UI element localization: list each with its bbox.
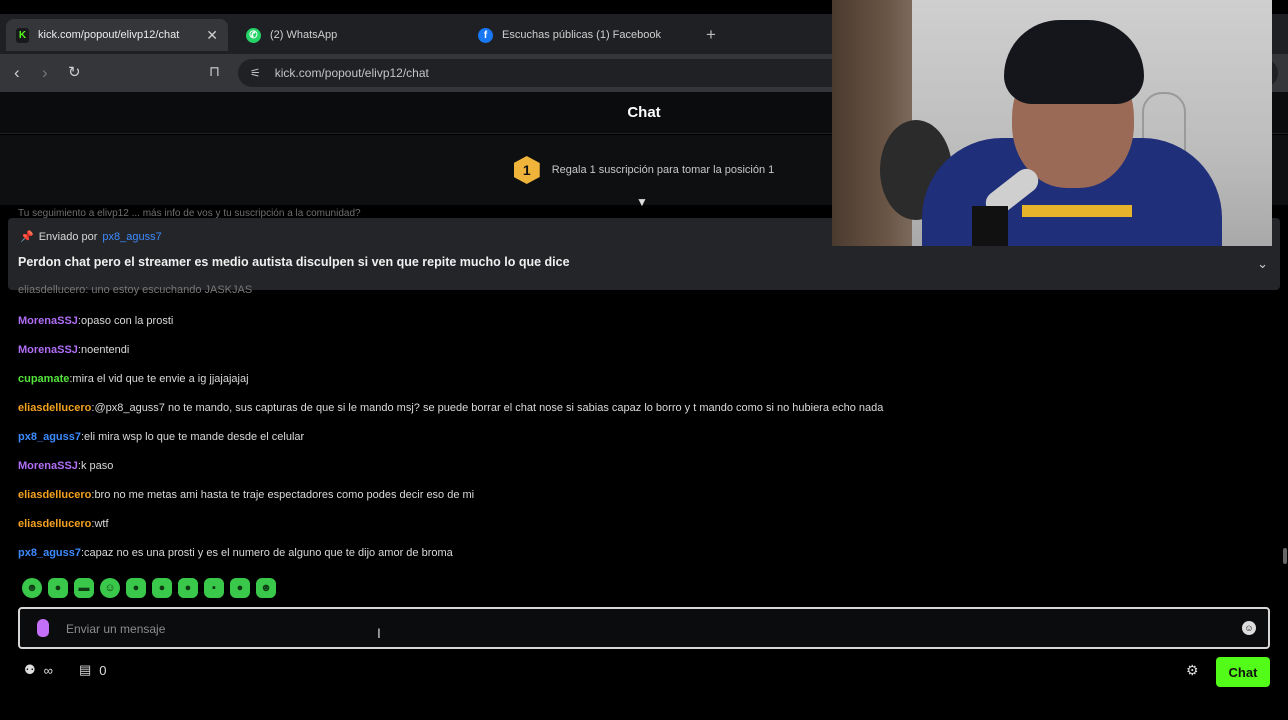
message-username[interactable]: px8_aguss7	[18, 431, 81, 443]
emote-9-icon[interactable]: ●	[230, 578, 250, 598]
close-icon[interactable]: ✕	[206, 27, 218, 44]
message-text: wtf	[94, 517, 109, 530]
message-text: mira el vid que te envie a ig jjajajajaj	[72, 372, 249, 385]
site-info-icon[interactable]: ⚟	[250, 66, 261, 80]
microphone-icon[interactable]	[37, 619, 49, 637]
partial-message: eliasdellucero: uno estoy escuchando JAS…	[18, 284, 253, 296]
chat-message: MorenaSSJ: k paso	[18, 459, 114, 472]
chat-message: cupamate: mira el vid que te envie a ig …	[18, 372, 249, 385]
page-title: Chat	[627, 104, 661, 121]
tab-whatsapp[interactable]: ✆ (2) WhatsApp	[236, 19, 456, 51]
message-username[interactable]: MorenaSSJ	[18, 344, 78, 356]
chevron-down-icon[interactable]: ⌄	[1257, 256, 1268, 272]
emote-1-icon[interactable]: ☻	[22, 578, 42, 598]
subs-count: 0	[99, 662, 107, 678]
message-text: @px8_aguss7 no te mando, sus capturas de…	[94, 401, 884, 414]
message-username[interactable]: eliasdellucero	[18, 402, 91, 414]
message-username[interactable]: eliasdellucero	[18, 489, 91, 501]
chat-message: eliasdellucero: @px8_aguss7 no te mando,…	[18, 401, 884, 414]
message-username[interactable]: cupamate	[18, 373, 69, 385]
forward-arrow-icon[interactable]: ›	[42, 63, 48, 83]
emote-7-icon[interactable]: ●	[178, 578, 198, 598]
message-text: noentendi	[80, 343, 130, 356]
text-cursor-icon: I	[377, 625, 381, 641]
chat-message-list: MorenaSSJ: opaso con la prosti MorenaSSJ…	[18, 306, 1268, 567]
webcam-overlay	[832, 0, 1272, 246]
reload-icon[interactable]: ↻	[68, 63, 81, 81]
webcam-shirt-stripe	[1022, 205, 1132, 217]
message-username[interactable]: eliasdellucero	[18, 518, 91, 530]
tab-title: (2) WhatsApp	[270, 29, 338, 41]
message-text: k paso	[80, 459, 114, 472]
chat-message: MorenaSSJ: noentendi	[18, 343, 130, 356]
pinned-by: 📌 Enviado por px8_aguss7	[20, 230, 162, 244]
bookmark-icon[interactable]: ⊓	[209, 63, 220, 80]
emote-3-icon[interactable]: ▬	[74, 578, 94, 598]
kick-icon: K	[16, 27, 30, 43]
back-arrow-icon[interactable]: ‹	[14, 63, 20, 83]
send-chat-button[interactable]: Chat	[1216, 657, 1270, 687]
pinned-by-label: Enviado por	[38, 230, 98, 243]
message-text: capaz no es una prosti y es el numero de…	[84, 546, 453, 559]
chat-message: px8_aguss7: eli mira wsp lo que te mande…	[18, 430, 305, 443]
whatsapp-icon: ✆	[246, 27, 261, 43]
pinned-by-user[interactable]: px8_aguss7	[102, 231, 161, 243]
gear-icon[interactable]: ⚙	[1186, 662, 1199, 679]
gift-icon: ▤	[78, 662, 92, 677]
emote-6-icon[interactable]: ●	[152, 578, 172, 598]
goal-text: Regala 1 suscripción para tomar la posic…	[551, 164, 775, 176]
collapse-arrow-icon[interactable]: ▼	[636, 195, 652, 209]
pin-icon: 📌	[20, 231, 34, 243]
points-value: ∞	[43, 662, 53, 678]
new-tab-plus-icon[interactable]: +	[706, 25, 716, 45]
emote-bar: ☻ ● ▬ ☺ ● ● ● ▪ ● ☻	[22, 578, 276, 598]
chat-message: eliasdellucero: wtf	[18, 517, 109, 530]
message-username[interactable]: MorenaSSJ	[18, 315, 78, 327]
tab-kick-chat[interactable]: K kick.com/popout/elivp12/chat ✕	[6, 19, 228, 51]
input-placeholder: Enviar un mensaje	[66, 622, 166, 636]
chat-message: eliasdellucero: bro no me metas ami hast…	[18, 488, 475, 501]
message-text: eli mira wsp lo que te mande desde el ce…	[84, 430, 305, 443]
webcam-mic-stand	[972, 206, 1008, 246]
chat-scrollbar[interactable]	[1283, 548, 1287, 564]
message-username[interactable]: px8_aguss7	[18, 547, 81, 559]
points-icon: ⚉	[24, 662, 36, 677]
chat-message-input[interactable]: Enviar un mensaje I ☺	[18, 607, 1270, 649]
chat-message: MorenaSSJ: opaso con la prosti	[18, 314, 174, 327]
chat-message: px8_aguss7: capaz no es una prosti y es …	[18, 546, 453, 559]
emoji-icon[interactable]: ☺	[1242, 621, 1256, 635]
emote-8-icon[interactable]: ▪	[204, 578, 224, 598]
emote-4-icon[interactable]: ☺	[100, 578, 120, 598]
message-username[interactable]: MorenaSSJ	[18, 460, 78, 472]
webcam-person-hair	[1004, 20, 1144, 104]
rank-badge: 1	[513, 156, 540, 184]
message-text: bro no me metas ami hasta te traje espec…	[94, 488, 475, 501]
points-display[interactable]: ⚉ ∞	[24, 662, 53, 678]
emote-10-icon[interactable]: ☻	[256, 578, 276, 598]
facebook-icon: f	[478, 27, 493, 43]
message-text: opaso con la prosti	[80, 314, 174, 327]
emote-2-icon[interactable]: ●	[48, 578, 68, 598]
emote-5-icon[interactable]: ●	[126, 578, 146, 598]
chat-footer-left: ⚉ ∞ ▤ 0	[24, 662, 106, 678]
pinned-text: Perdon chat pero el streamer es medio au…	[18, 255, 570, 269]
tab-title: kick.com/popout/elivp12/chat	[38, 29, 180, 41]
tab-title: Escuchas públicas (1) Facebook	[502, 29, 661, 41]
url-text: kick.com/popout/elivp12/chat	[274, 66, 429, 80]
subs-display[interactable]: ▤ 0	[79, 662, 107, 678]
tab-facebook[interactable]: f Escuchas públicas (1) Facebook	[468, 19, 698, 51]
